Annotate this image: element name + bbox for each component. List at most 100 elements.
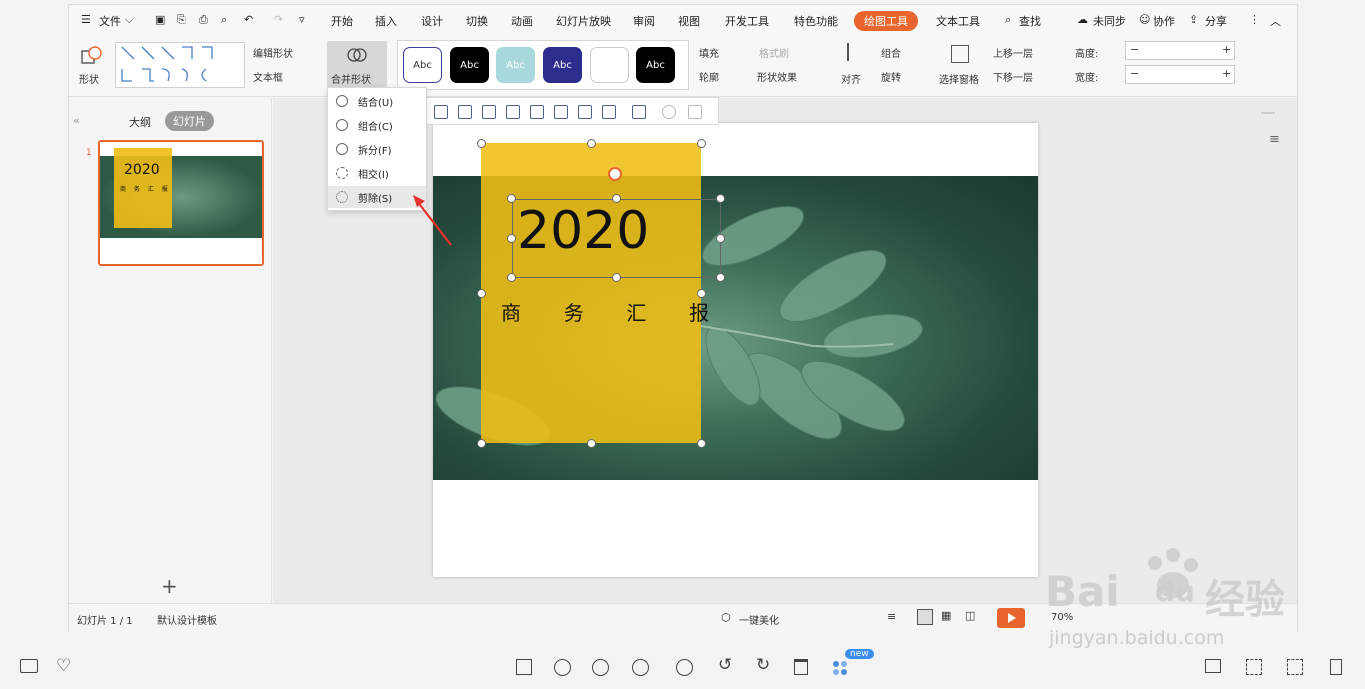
tab-start[interactable]: 开始 [331, 13, 353, 29]
outline-button[interactable]: 轮廓 [699, 69, 719, 84]
tab-review[interactable]: 审阅 [633, 13, 655, 29]
shape-button[interactable]: 形状 [79, 71, 99, 86]
tab-outline[interactable]: 大纲 [129, 114, 151, 130]
collab-button[interactable]: 协作 [1153, 13, 1175, 29]
align-icon[interactable] [847, 43, 863, 61]
resize-handle[interactable] [612, 194, 621, 203]
add-slide-button[interactable]: + [161, 574, 178, 598]
align-middle-icon[interactable] [530, 105, 544, 119]
notes-icon[interactable]: ≡ [887, 610, 896, 623]
style-preset-5[interactable] [590, 47, 629, 83]
tab-drawing-tools[interactable]: 绘图工具 [854, 11, 918, 31]
lock-icon[interactable] [688, 105, 702, 119]
slide-subtitle[interactable]: 商 务 汇 报 [501, 297, 719, 326]
hamburger-icon[interactable]: ☰ [81, 13, 91, 26]
rotate-button[interactable]: 旋转 [881, 69, 901, 84]
resize-handle[interactable] [507, 234, 516, 243]
undo-icon[interactable]: ↶ [244, 13, 253, 26]
slide-thumbnail[interactable]: 2020 商 务 汇 报 [98, 140, 264, 266]
share-icon[interactable]: ⇪ [1189, 13, 1198, 26]
height-decrement-button[interactable]: − [1130, 43, 1139, 56]
tab-design[interactable]: 设计 [421, 13, 443, 29]
fit-screen-icon[interactable] [516, 659, 532, 675]
resize-handle[interactable] [697, 439, 706, 448]
edit-shape-button[interactable]: 编辑形状 [253, 45, 293, 60]
yellow-rectangle-shape[interactable] [481, 143, 701, 443]
selection-pane-icon[interactable] [951, 45, 969, 63]
menu-item-intersect[interactable]: 相交(I) [328, 162, 426, 184]
resize-handle[interactable] [716, 194, 725, 203]
print-icon[interactable]: ⎙ [199, 13, 208, 27]
slide-canvas[interactable]: 2020 商 务 汇 报 [433, 123, 1038, 577]
resize-handle[interactable] [716, 234, 725, 243]
group-button[interactable]: 组合 [881, 45, 901, 60]
tab-developer[interactable]: 开发工具 [725, 13, 769, 29]
width-input[interactable]: − + [1125, 65, 1235, 84]
slide-title-year[interactable]: 2020 [517, 201, 649, 261]
collapse-ribbon-icon[interactable]: ︿ [1270, 13, 1281, 29]
tab-slideshow[interactable]: 幻灯片放映 [556, 13, 611, 29]
send-backward-button[interactable]: 下移一层 [993, 69, 1033, 84]
tab-transition[interactable]: 切换 [466, 13, 488, 29]
shape-effect-button[interactable]: 形状效果 [757, 69, 797, 84]
align-button[interactable]: 对齐 [841, 71, 861, 86]
textbox-button[interactable]: 文本框 [253, 69, 283, 84]
user-icon[interactable]: ☺ [1139, 13, 1150, 26]
shape-icon[interactable] [81, 45, 103, 65]
normal-view-icon[interactable] [917, 609, 933, 625]
sync-status[interactable]: 未同步 [1093, 13, 1126, 29]
template-name[interactable]: 默认设计模板 [157, 612, 217, 627]
fill-button[interactable]: 填充 [699, 45, 719, 60]
customize-icon[interactable]: ▿ [299, 13, 305, 26]
zoom-out-icon[interactable] [592, 659, 609, 676]
width-increment-button[interactable]: + [1222, 67, 1231, 80]
style-preset-3[interactable]: Abc [496, 47, 535, 83]
search-icon[interactable]: ⌕ [1005, 13, 1011, 27]
height-increment-button[interactable]: + [1222, 43, 1231, 56]
resize-handle[interactable] [477, 439, 486, 448]
rotate-handle-icon[interactable] [608, 167, 622, 181]
rotate-left-icon[interactable]: ↺ [718, 655, 732, 675]
share-button[interactable]: 分享 [1205, 13, 1227, 29]
delete-icon[interactable] [794, 659, 808, 675]
collapse-panel-icon[interactable]: « [73, 114, 80, 127]
style-preset-6[interactable]: Abc [636, 47, 675, 83]
tab-text-tools[interactable]: 文本工具 [936, 13, 980, 29]
align-top-icon[interactable] [458, 105, 472, 119]
style-preset-2[interactable]: Abc [450, 47, 489, 83]
more-icon[interactable]: ⋮ [1249, 13, 1260, 26]
menu-item-fragment[interactable]: 拆分(F) [328, 138, 426, 160]
cloud-icon[interactable]: ☁ [1077, 13, 1088, 26]
rotate-right-icon[interactable]: ↻ [756, 655, 770, 675]
sorter-view-icon[interactable]: ▦ [941, 609, 951, 622]
tab-slides[interactable]: 幻灯片 [165, 111, 214, 131]
resize-handle[interactable] [477, 289, 486, 298]
resize-handle[interactable] [507, 194, 516, 203]
properties-icon[interactable]: ≡ [1269, 132, 1280, 147]
play-slideshow-button[interactable] [997, 608, 1025, 628]
reading-view-icon[interactable]: ◫ [965, 609, 975, 622]
zoom-in-icon[interactable] [554, 659, 571, 676]
group-icon[interactable] [632, 105, 646, 119]
redo-icon[interactable]: ↷ [274, 13, 283, 26]
style-preset-4[interactable]: Abc [543, 47, 582, 83]
crop-icon[interactable] [602, 105, 616, 119]
save-icon[interactable]: ▣ [155, 13, 165, 26]
format-icon[interactable]: ⎘ [177, 13, 186, 27]
pin-icon[interactable] [662, 105, 676, 119]
tab-view[interactable]: 视图 [678, 13, 700, 29]
align-bottom-icon[interactable] [506, 105, 520, 119]
menu-item-union[interactable]: 结合(U) [328, 90, 426, 112]
menu-item-combine[interactable]: 组合(C) [328, 114, 426, 136]
search-button[interactable]: 查找 [1019, 13, 1041, 29]
resize-handle[interactable] [507, 273, 516, 282]
distribute-horizontal-icon[interactable] [554, 105, 568, 119]
resize-handle[interactable] [697, 289, 706, 298]
resize-handle[interactable] [587, 139, 596, 148]
tab-insert[interactable]: 插入 [375, 13, 397, 29]
beautify-button[interactable]: 一键美化 [739, 612, 779, 627]
align-center-icon[interactable] [482, 105, 496, 119]
chevron-down-icon[interactable]: ⌵ [125, 13, 133, 27]
previous-icon[interactable] [632, 659, 649, 676]
height-input[interactable]: − + [1125, 41, 1235, 60]
